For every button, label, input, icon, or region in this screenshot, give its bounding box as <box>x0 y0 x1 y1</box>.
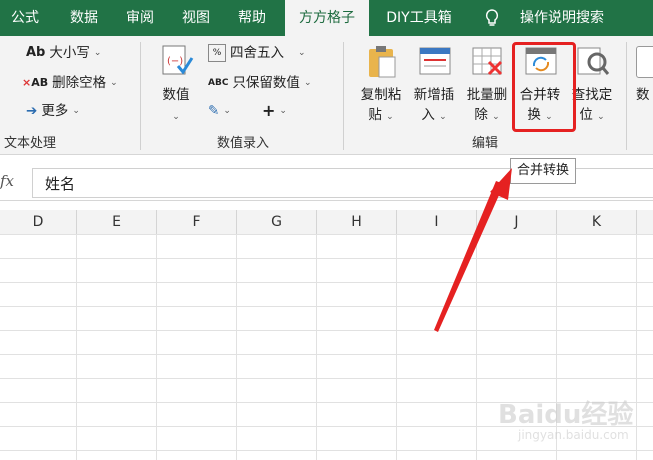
baidu-watermark: Baidu经验 jingyan.baidu.com <box>498 394 648 454</box>
watermark-brand: Baidu经验 <box>498 400 634 430</box>
red-arrow-annotation <box>434 168 512 332</box>
watermark-url: jingyan.baidu.com <box>518 428 629 442</box>
